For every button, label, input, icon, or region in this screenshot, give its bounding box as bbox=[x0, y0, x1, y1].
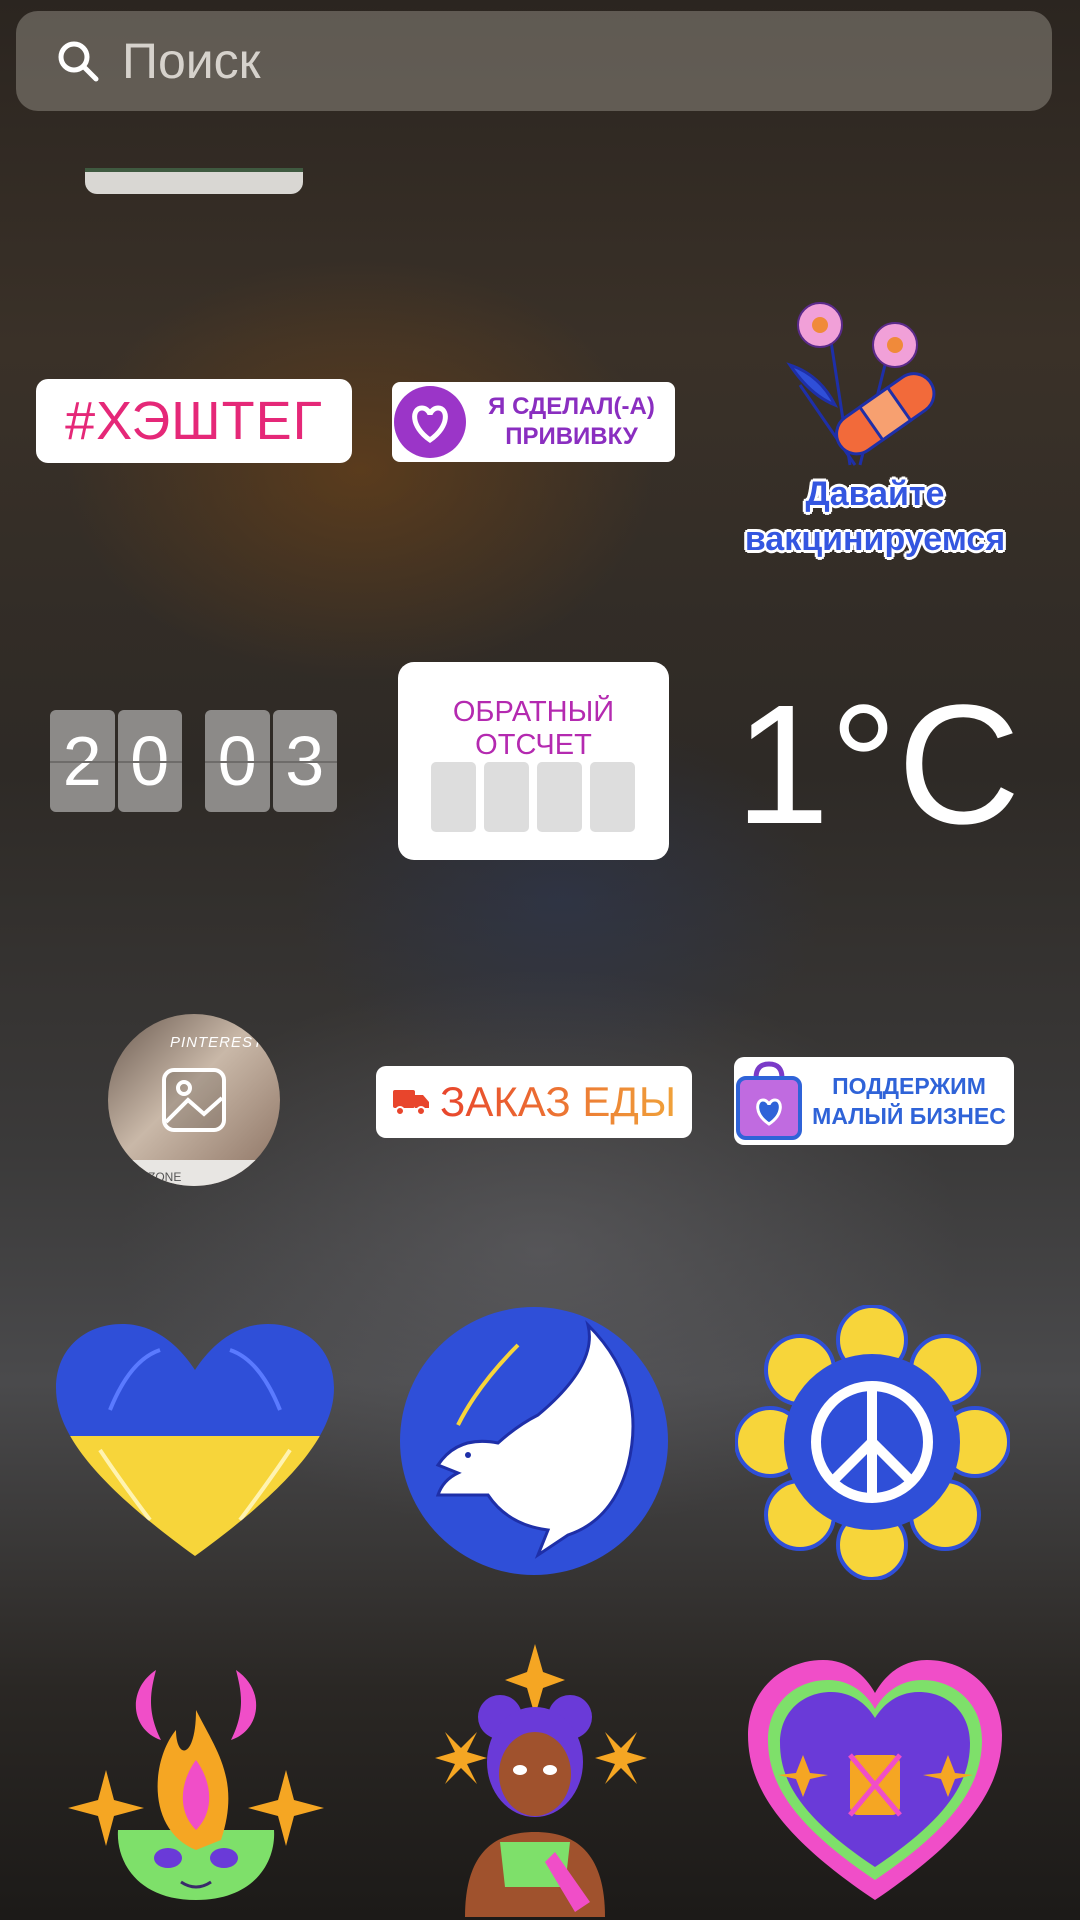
photo-label-bottom: ZONE bbox=[148, 1170, 182, 1184]
truck-icon bbox=[392, 1090, 429, 1116]
photo-bar bbox=[108, 1160, 280, 1186]
small-business-sticker[interactable]: ПОДДЕРЖИМ МАЛЫЙ БИЗНЕС bbox=[734, 1057, 1014, 1145]
shopping-bag-icon bbox=[736, 1061, 802, 1140]
flowers-bandage-icon bbox=[786, 302, 936, 466]
food-order-sticker[interactable]: ЗАКАЗ ЕДЫ bbox=[376, 1066, 692, 1138]
counter-digit: 0 bbox=[117, 710, 182, 812]
heart-ukraine-icon[interactable] bbox=[50, 1320, 340, 1560]
counter-digit: 0 bbox=[205, 710, 270, 812]
hashtag-sticker[interactable]: #ХЭШТЕГ bbox=[36, 379, 352, 463]
lets-vaccinate-line1: Давайте bbox=[805, 475, 945, 513]
woman-icon[interactable] bbox=[415, 1642, 655, 1917]
vaccinated-sticker[interactable]: Я СДЕЛАЛ(-А) ПРИВИВКУ bbox=[392, 382, 675, 462]
food-order-label: ЗАКАЗ ЕДЫ bbox=[439, 1078, 677, 1125]
countdown-title: ОБРАТНЫЙ ОТСЧЕТ bbox=[452, 696, 615, 761]
lets-vaccinate-line2: вакцинируемся bbox=[744, 520, 1006, 558]
hashtag-label: #ХЭШТЕГ bbox=[65, 391, 323, 451]
counter-digit: 3 bbox=[272, 710, 337, 812]
partial-sticker[interactable] bbox=[85, 168, 303, 194]
small-business-label: ПОДДЕРЖИМ МАЛЫЙ БИЗНЕС bbox=[812, 1073, 1006, 1129]
counter-digit: 2 bbox=[50, 710, 115, 812]
dove-icon[interactable] bbox=[398, 1305, 670, 1577]
heart-badge-icon bbox=[394, 386, 466, 458]
image-icon bbox=[162, 1068, 226, 1132]
temperature-sticker[interactable]: 1°C bbox=[735, 670, 1020, 860]
peace-flower-icon[interactable] bbox=[735, 1305, 1010, 1580]
vaccinated-label: Я СДЕЛАЛ(-А) ПРИВИВКУ bbox=[488, 393, 655, 450]
search-input[interactable] bbox=[120, 31, 924, 91]
photo-sticker[interactable]: PINTEREST ZONE bbox=[108, 1014, 280, 1186]
lets-vaccinate-sticker[interactable]: Давайте вакцинируемся bbox=[720, 275, 1030, 565]
countdown-sticker[interactable]: ОБРАТНЫЙ ОТСЧЕТ bbox=[398, 662, 669, 860]
search-bar[interactable] bbox=[16, 11, 1052, 111]
counter-sticker[interactable]: 2 0 0 3 bbox=[50, 710, 340, 812]
flame-face-icon[interactable] bbox=[56, 1650, 336, 1915]
countdown-boxes bbox=[431, 762, 643, 832]
photo-label: PINTEREST bbox=[170, 1034, 264, 1051]
heart-lantern-icon[interactable] bbox=[738, 1645, 1013, 1920]
search-icon bbox=[58, 41, 99, 82]
